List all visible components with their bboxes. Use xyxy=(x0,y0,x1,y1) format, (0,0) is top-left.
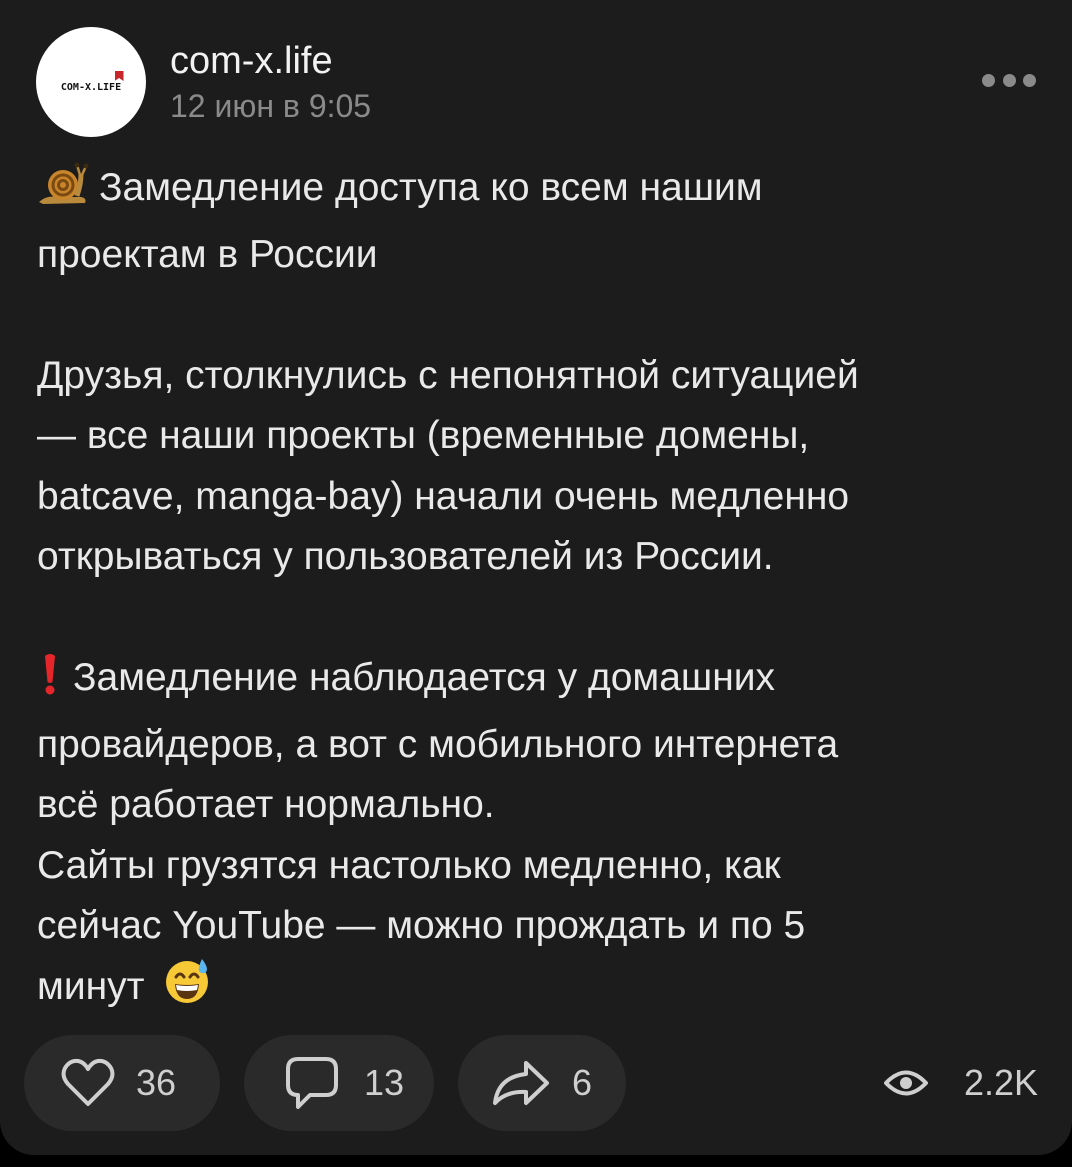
channel-avatar[interactable]: COM-X.LIFE xyxy=(36,27,146,137)
text-line: минут xyxy=(37,957,1037,1024)
like-button[interactable]: 36 xyxy=(24,1035,220,1131)
text-line: всё работает нормально. xyxy=(37,783,495,826)
comment-icon xyxy=(284,1055,340,1111)
warning-text: Замедление наблюдается у домашних xyxy=(73,656,776,699)
more-dots-icon[interactable] xyxy=(982,68,1036,92)
post-text: Замедление доступа ко всем нашим проекта… xyxy=(37,158,1037,1023)
more-dot xyxy=(982,73,995,87)
snail-icon xyxy=(37,162,89,225)
more-dot xyxy=(1002,73,1016,87)
post-title-line: проектам в России xyxy=(37,232,378,276)
post-title-line: Замедление доступа ко всем нашим xyxy=(37,158,1037,225)
comment-count: 13 xyxy=(364,1062,405,1103)
more-dot xyxy=(1023,73,1036,87)
warning-line: Замедление наблюдается у домашних xyxy=(37,648,1037,715)
comment-button[interactable]: 13 xyxy=(244,1035,434,1131)
views-counter: 2.2K xyxy=(884,1055,1038,1111)
eye-icon xyxy=(884,1068,928,1098)
text-line: Друзья, столкнулись с непонятной ситуаци… xyxy=(37,353,859,397)
avatar-logo-text: COM-X.LIFE xyxy=(60,82,122,93)
text-line: провайдеров, а вот с мобильного интернет… xyxy=(37,722,839,766)
channel-name[interactable]: com-x.life xyxy=(170,38,333,84)
share-button[interactable]: 6 xyxy=(458,1035,626,1131)
text-line: batcave, manga-bay) начали очень медленн… xyxy=(37,474,850,518)
heart-icon xyxy=(60,1058,116,1108)
text-line: открываться у пользователей из России. xyxy=(37,535,774,578)
text-line: сейчас YouTube — можно прождать и по 5 xyxy=(37,904,806,947)
like-count: 36 xyxy=(136,1062,177,1103)
text-line: — все наши проекты (временные домены, xyxy=(37,414,810,457)
share-count: 6 xyxy=(572,1062,593,1103)
share-icon xyxy=(492,1059,550,1107)
post-title: Замедление доступа ко всем нашим xyxy=(99,166,763,209)
last-line-text: минут xyxy=(37,964,145,1008)
exclamation-icon xyxy=(43,652,57,715)
views-count: 2.2K xyxy=(964,1062,1039,1103)
post-date: 12 июн в 9:05 xyxy=(170,88,372,124)
text-line: Сайты грузятся настолько медленно, как xyxy=(37,843,781,887)
avatar-bookmark-icon xyxy=(114,71,124,81)
grinning-sweat-icon xyxy=(163,957,211,1024)
post-card: COM-X.LIFE com-x.life 12 июн в 9:05 Заме… xyxy=(0,0,1072,1155)
